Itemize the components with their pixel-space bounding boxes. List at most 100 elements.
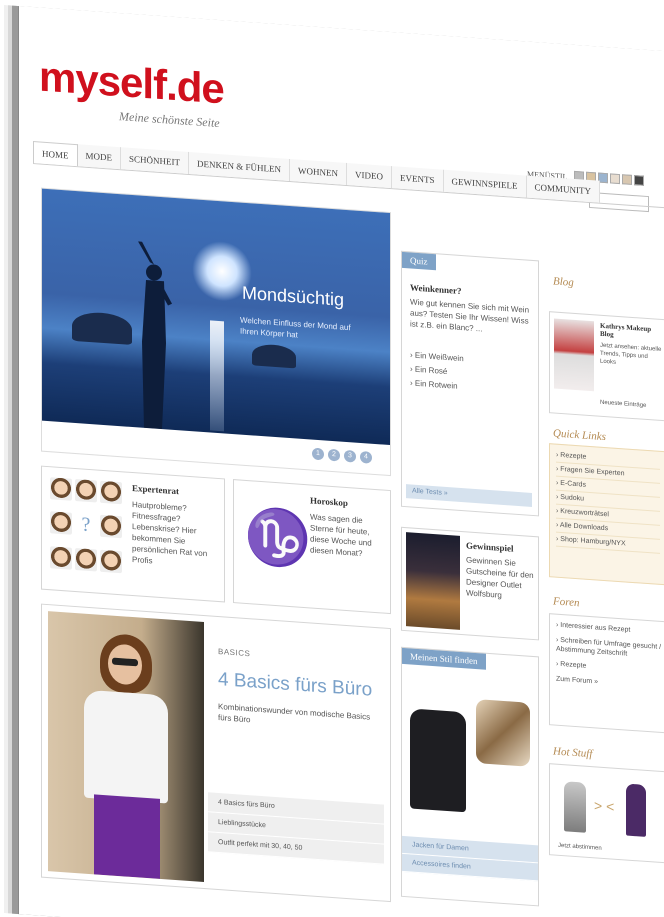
pager-dot[interactable]: 3 [344,449,356,463]
moon-reflection [210,320,224,432]
blog-teaser[interactable]: Kathrys Makeup Blog Jetzt ansehen: aktue… [549,311,664,422]
page-inner: myself.de Meine schönste Seite MENÜSTIL … [19,6,664,917]
blog-title: Kathrys Makeup Blog [600,321,652,339]
quick-link-label: Alle Downloads [559,521,609,533]
face-photo [100,515,122,539]
blog-text: Jetzt ansehen: aktuelle Trends, Tipps un… [600,342,662,366]
hero-image: Mondsüchtig Welchen Einfluss der Mond au… [42,188,390,446]
forum-heading: Foren [553,595,580,610]
fashion-model-photo [48,611,204,883]
nav-item-schoenheit[interactable]: SCHÖNHEIT [121,147,189,174]
blog-more-link[interactable]: Neueste Einträge [600,398,646,412]
expert-teaser[interactable]: ? Expertenrat Hautprobleme? Fitnessfrage… [41,465,225,603]
quick-links-box: › Rezepte › Fragen Sie Experten › E-Card… [549,443,664,586]
hot-stuff-box: > < Jetzt abstimmen [549,763,664,864]
versus-arrows-icon: > < [594,797,615,815]
horoscope-text: Was sagen die Sterne für heute, diese Wo… [310,512,372,559]
quiz-box: Quiz Weinkenner? Wie gut kennen Sie sich… [401,250,539,517]
face-photo [50,511,72,536]
hero-pager: 1 2 3 4 [312,447,372,464]
pager-dot[interactable]: 4 [360,450,372,464]
quick-link-label: Rezepte [560,451,587,461]
quiz-header: Quiz [402,251,436,271]
hero-title: Mondsüchtig [242,282,345,310]
fashion-teaser[interactable]: BASICS 4 Basics fürs Büro Kombinationswu… [41,603,391,903]
patterned-jacket-image[interactable] [476,699,530,767]
style-finder-links: Jacken für Damen Accessoires finden [402,835,538,882]
pager-dot[interactable]: 1 [312,447,324,461]
quick-link-label: E-Cards [560,479,586,489]
fashion-title[interactable]: 4 Basics fürs Büro [218,669,372,702]
woman-silhouette [138,241,172,430]
nav-item-denken-fuehlen[interactable]: DENKEN & FÜHLEN [189,151,290,182]
style-finder-header: Meinen Stil finden [402,647,486,670]
site-logo[interactable]: myself.de [39,52,224,112]
quiz-option[interactable]: › Ein Rotwein [410,376,464,394]
sweepstakes-text: Gewinnen Sie Gutscheine für den Designer… [466,555,534,600]
forum-thread-label: Rezepte [560,660,587,670]
forum-thread[interactable]: › Schreiben für Umfrage gesucht / Abstim… [556,636,662,661]
quick-links-heading: Quick Links [553,427,606,444]
forum-box: › Interessier aus Rezept › Schreiben für… [549,613,664,734]
nav-item-mode[interactable]: MODE [77,144,121,170]
model-pants [94,794,160,879]
sweepstakes-title: Gewinnspiel [466,540,514,554]
expert-text: Hautprobleme? Fitnessfrage? Lebenskrise?… [132,499,208,566]
quiz-option-label: Ein Rotwein [414,378,458,391]
quiz-title: Weinkenner? [410,282,462,297]
face-photo [50,477,72,501]
website-page: myself.de Meine schönste Seite MENÜSTIL … [18,6,664,917]
face-photo [75,547,97,572]
sweepstakes-photo [406,532,460,630]
black-jacket-image[interactable] [410,708,466,813]
vote-link[interactable]: Jetzt abstimmen [558,841,602,855]
forum-thread[interactable]: › Interessier aus Rezept [556,621,662,637]
question-mark-icon: ? [75,513,97,537]
style-finder-box: Meinen Stil finden Jacken für Damen Acce… [401,646,539,907]
face-photo [50,545,72,570]
nav-item-home[interactable]: HOME [33,141,78,167]
fashion-kicker: BASICS [218,646,251,659]
quiz-option-label: Ein Weißwein [414,350,464,364]
quick-link-label: Sudoku [560,493,585,503]
fashion-text: Kombinationswunder von modische Basics f… [218,701,371,725]
forum-thread-label: Schreiben für Umfrage gesucht / Abstimmu… [556,636,662,658]
capricorn-icon: ♑ [244,505,312,571]
horoscope-title: Horoskop [310,495,348,509]
quiz-options: › Ein Weißwein › Ein Rosé › Ein Rotwein [410,348,464,394]
hero-subtitle: Welchen Einfluss der Mond auf Ihren Körp… [240,315,351,340]
nav-item-gewinnspiele[interactable]: GEWINNSPIELE [443,169,527,198]
forum-more-link[interactable]: Zum Forum » [556,675,662,691]
horoscope-teaser[interactable]: ♑ Horoskop Was sagen die Sterne für heut… [233,479,391,615]
rock-shape [252,343,296,369]
site-tagline: Meine schönste Seite [119,109,220,131]
quick-link-label: Fragen Sie Experten [560,465,625,478]
rock-shape [72,310,132,345]
nav-item-video[interactable]: VIDEO [347,163,392,189]
forum-thread[interactable]: › Rezepte [556,660,662,676]
quiz-text: Wie gut kennen Sie sich mit Wein aus? Te… [410,297,530,334]
pager-dot[interactable]: 2 [328,448,340,462]
face-photo [100,549,122,573]
fashion-link-list: 4 Basics fürs Büro Lieblingsstücke Outfi… [208,792,384,865]
screenshot-stage: myself.de Meine schönste Seite MENÜSTIL … [0,0,664,917]
hot-stuff-heading: Hot Stuff [553,745,593,761]
all-tests-link[interactable]: Alle Tests » [406,484,532,507]
nav-item-events[interactable]: EVENTS [392,166,444,192]
expert-title: Expertenrat [132,482,179,497]
nav-item-community[interactable]: COMMUNITY [526,175,601,203]
blog-photo [554,318,594,392]
quick-link-label: Kreuzworträtsel [560,507,609,519]
forum-list: › Interessier aus Rezept › Schreiben für… [556,621,662,691]
quiz-option-label: Ein Rosé [414,364,448,377]
purple-dress-image[interactable] [626,783,646,837]
face-photo [100,480,122,505]
nav-item-wohnen[interactable]: WOHNEN [290,159,347,186]
quick-links-list: › Rezepte › Fragen Sie Experten › E-Card… [556,448,660,554]
hero-teaser[interactable]: Mondsüchtig Welchen Einfluss der Mond au… [41,187,391,477]
grey-dress-image[interactable] [564,781,586,833]
model-shirt [84,689,168,804]
expert-faces: ? [50,477,122,582]
sweepstakes-teaser[interactable]: Gewinnspiel Gewinnen Sie Gutscheine für … [401,526,539,641]
blog-heading: Blog [553,275,574,289]
